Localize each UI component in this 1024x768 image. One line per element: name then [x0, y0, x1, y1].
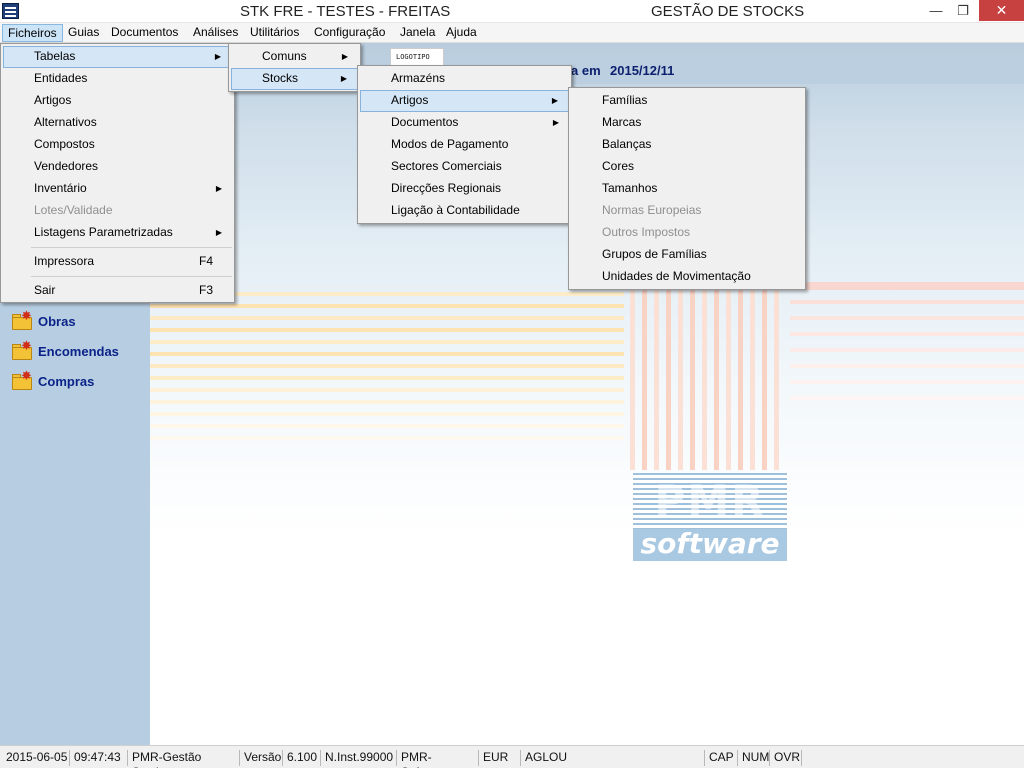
menu-item-ligacao-contabilidade[interactable]: Ligação à Contabilidade — [360, 200, 569, 222]
status-install: N.Inst.99000 — [321, 750, 397, 766]
menu-item-armazens[interactable]: Armazéns — [360, 68, 569, 90]
menu-item-documentos[interactable]: Documentos ▶ — [360, 112, 569, 134]
status-currency: EUR — [479, 750, 521, 766]
menu-item-compostos[interactable]: Compostos — [3, 134, 232, 156]
submenu-arrow-icon: ▶ — [214, 52, 221, 61]
window-subtitle: GESTÃO DE STOCKS — [651, 3, 805, 20]
menu-item-tamanhos[interactable]: Tamanhos — [571, 178, 803, 200]
sidebar-item-obras[interactable]: ✸ Obras — [10, 309, 76, 333]
menu-item-balancas[interactable]: Balanças — [571, 134, 803, 156]
menu-configuracao[interactable]: Configuração — [309, 24, 390, 42]
ficheiros-menu: Tabelas ▶ Entidades Artigos Alternativos … — [0, 43, 235, 303]
submenu-arrow-icon: ▶ — [552, 118, 559, 127]
status-time: 09:47:43 — [70, 750, 128, 766]
menu-item-lotes-validade: Lotes/Validade — [34, 203, 113, 217]
menu-item-marcas[interactable]: Marcas — [571, 112, 803, 134]
status-user: AGLOU — [521, 750, 705, 766]
status-bar: 2015-06-05 09:47:43 PMR-Gestão Stocks Ve… — [0, 745, 1024, 768]
menu-item-stocks[interactable]: Stocks ▶ — [231, 68, 358, 90]
submenu-arrow-icon: ▶ — [341, 52, 348, 61]
menu-item-comuns[interactable]: Comuns ▶ — [231, 46, 358, 68]
menu-item-grupos-familias[interactable]: Grupos de Famílias — [571, 244, 803, 266]
status-date: 2015-06-05 — [2, 750, 70, 766]
folder-icon: ✸ — [10, 309, 36, 332]
menu-item-entidades[interactable]: Entidades — [3, 68, 232, 90]
submenu-arrow-icon: ▶ — [340, 74, 347, 83]
status-app: PMR-Gestão Stocks — [128, 750, 240, 768]
pmr-logo-software: software — [633, 529, 787, 561]
minimize-button[interactable]: — — [921, 0, 951, 21]
menu-item-impressora[interactable]: Impressora F4 — [3, 251, 232, 273]
date-prefix: a em — [571, 63, 601, 78]
status-version-label: Versão — [240, 750, 283, 766]
menu-item-vendedores[interactable]: Vendedores — [3, 156, 232, 178]
status-company: PMR-Software — [397, 750, 479, 768]
menu-item-cores[interactable]: Cores — [571, 156, 803, 178]
menu-separator — [31, 276, 232, 277]
menu-guias[interactable]: Guias — [63, 24, 104, 42]
sidebar-item-label: Encomendas — [38, 343, 119, 359]
menu-item-sectores-comerciais[interactable]: Sectores Comerciais — [360, 156, 569, 178]
stocks-submenu: Armazéns Artigos ▶ Documentos ▶ Modos de P… — [357, 65, 572, 224]
status-version: 6.100 — [283, 750, 321, 766]
sidebar-item-label: Obras — [38, 313, 76, 329]
submenu-arrow-icon: ▶ — [551, 96, 558, 105]
menu-item-familias[interactable]: Famílias — [571, 90, 803, 112]
menu-item-listagens[interactable]: Listagens Parametrizadas ▶ — [3, 222, 232, 244]
menu-item-inventario[interactable]: Inventário ▶ — [3, 178, 232, 200]
menu-item-alternativos[interactable]: Alternativos — [3, 112, 232, 134]
submenu-arrow-icon: ▶ — [215, 184, 222, 193]
sidebar-item-label: Compras — [38, 373, 95, 389]
tabelas-submenu: Comuns ▶ Stocks ▶ — [228, 43, 361, 92]
session-date: 2015/12/11 — [610, 63, 675, 78]
restore-button[interactable]: ❐ — [951, 0, 975, 21]
menu-item-outros-impostos: Outros Impostos — [602, 225, 691, 239]
sidebar-item-compras[interactable]: ✸ Compras — [10, 369, 94, 393]
status-ovr: OVR — [770, 750, 802, 766]
menu-item-unidades-movimentacao[interactable]: Unidades de Movimentação — [571, 266, 803, 288]
folder-icon: ✸ — [10, 369, 36, 392]
menu-item-direccoes-regionais[interactable]: Direcções Regionais — [360, 178, 569, 200]
menu-bar: Ficheiros Guias Documentos Análises Util… — [0, 23, 1024, 43]
status-num: NUM — [738, 750, 770, 766]
status-cap: CAP — [705, 750, 738, 766]
menu-item-tabelas[interactable]: Tabelas ▶ — [3, 46, 232, 68]
menu-item-modos-pagamento[interactable]: Modos de Pagamento — [360, 134, 569, 156]
folder-icon: ✸ — [10, 339, 36, 362]
menu-ficheiros[interactable]: Ficheiros — [2, 24, 63, 42]
app-icon[interactable] — [2, 3, 19, 19]
menu-ajuda[interactable]: Ajuda — [441, 24, 482, 42]
menu-janela[interactable]: Janela — [395, 24, 440, 42]
menu-utilitarios[interactable]: Utilitários — [245, 24, 304, 42]
menu-item-sair[interactable]: Sair F3 — [3, 280, 232, 302]
pmr-logo-text: PMR — [654, 476, 766, 525]
title-bar: STK FRE - TESTES - FREITAS GESTÃO DE STO… — [0, 0, 1024, 23]
menu-documentos[interactable]: Documentos — [106, 24, 183, 42]
submenu-arrow-icon: ▶ — [215, 228, 222, 237]
close-button[interactable]: ✕ — [979, 0, 1024, 21]
sidebar-item-encomendas[interactable]: ✸ Encomendas — [10, 339, 119, 363]
menu-item-normas-europeias: Normas Europeias — [602, 203, 702, 217]
artigos-submenu: Famílias Marcas Balanças Cores Tamanhos … — [568, 87, 806, 290]
menu-analises[interactable]: Análises — [188, 24, 243, 42]
window-title: STK FRE - TESTES - FREITAS — [240, 3, 451, 20]
menu-separator — [31, 247, 232, 248]
menu-item-artigos-stocks[interactable]: Artigos ▶ — [360, 90, 569, 112]
menu-item-artigos[interactable]: Artigos — [3, 90, 232, 112]
